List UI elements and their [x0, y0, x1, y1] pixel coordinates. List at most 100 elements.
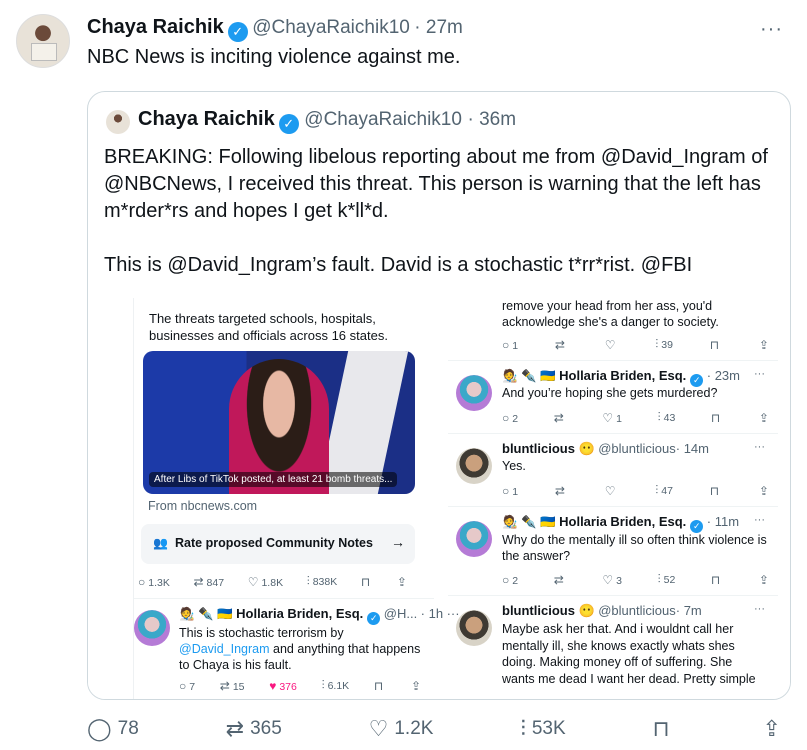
- reply-actions: ○ 1 ⇄ ♡ ⫶ 39 ⊓ ⇪: [502, 337, 769, 352]
- verified-icon: ✓: [227, 22, 248, 42]
- reply-actions: ○ 1 ⇄ ♡ ⫶ 47 ⊓ ⇪: [502, 483, 769, 498]
- quote-author-name: Chaya Raichik: [138, 108, 275, 130]
- reply-avatar: [134, 610, 170, 646]
- tweet-text: NBC News is inciting violence against me…: [87, 46, 461, 68]
- more-icon: ···: [754, 441, 765, 453]
- verified-icon: ✓: [278, 114, 299, 134]
- like-button[interactable]: ♡ 1.2K: [369, 716, 434, 742]
- repost-icon: ⇄: [554, 483, 565, 498]
- repost-button[interactable]: ⇄ 365: [226, 716, 282, 742]
- views-icon: ⫶: [657, 572, 661, 586]
- reply-text: remove your head from her ass, you'd ack…: [502, 299, 719, 329]
- quote-paragraph: This is @David_Ingram’s fault. David is …: [104, 254, 693, 276]
- news-image: After Libs of TikTok posted, at least 21…: [143, 351, 415, 494]
- reply-icon: ○: [138, 574, 146, 589]
- reply-icon: ◯: [87, 716, 112, 741]
- views-icon: ⫶: [655, 483, 659, 497]
- quote-paragraph: BREAKING: Following libelous reporting a…: [104, 146, 768, 222]
- views-icon: ⫶: [657, 410, 661, 424]
- author-handle[interactable]: @ChayaRaichik10: [252, 17, 410, 38]
- share-button[interactable]: ⇪: [763, 716, 787, 742]
- repost-icon: ⇄: [553, 572, 564, 587]
- like-icon: ♡: [602, 572, 614, 587]
- arrow-right-icon: →: [391, 534, 405, 550]
- view-count: ⫶ 838K: [306, 574, 338, 588]
- more-icon: ···: [754, 603, 765, 615]
- like-count: ♡ 1.8K: [247, 574, 284, 589]
- community-notes-button: 👥 Rate proposed Community Notes →: [141, 524, 415, 564]
- tweet-header: Chaya Raichik ✓ @ChayaRaichik10 · 27m: [87, 16, 463, 42]
- views-button[interactable]: ⫶ 53K: [520, 716, 565, 742]
- tweet-actions: ◯ 78 ⇄ 365 ♡ 1.2K ⫶ 53K ⊓ ⇪: [87, 716, 787, 742]
- quote-author-avatar: [106, 110, 130, 134]
- reply-text: This is stochastic terrorism by @David_I…: [179, 626, 421, 672]
- share-icon: ⇪: [758, 410, 769, 425]
- like-icon: ♥: [269, 678, 277, 693]
- quote-author-handle: @ChayaRaichik10: [304, 109, 462, 130]
- reply-actions: ○ 7 ⇄ 15 ♥ 376 ⫶ 6.1K ⊓ ⇪: [179, 678, 421, 693]
- views-icon: ⫶: [520, 716, 526, 741]
- reply-text: Yes.: [502, 459, 526, 473]
- reply-text: And you’re hoping she gets murdered?: [502, 386, 718, 400]
- quoted-tweet[interactable]: Chaya Raichik ✓ @ChayaRaichik10 · 36m BRE…: [87, 91, 791, 700]
- reply-avatar: [456, 610, 492, 646]
- screenshot-left-column: The threats targeted schools, hospitals,…: [133, 298, 460, 699]
- quote-text: BREAKING: Following libelous reporting a…: [104, 144, 774, 306]
- tweet-time[interactable]: · 27m: [414, 17, 463, 38]
- post-actions: ○ 1.3K ⇄ 847 ♡ 1.8K ⫶ 838K ⊓ ⇪: [138, 574, 410, 589]
- bookmark-icon: ⊓: [373, 678, 384, 693]
- reply-header: 🧑‍🎨 ✒️ 🇺🇦 Hollaria Briden, Esq. ✓ · 23m: [502, 368, 740, 387]
- repost-icon: ⇄: [553, 410, 564, 425]
- reply-button[interactable]: ◯ 78: [87, 716, 139, 742]
- bookmark-icon: ⊓: [652, 716, 670, 741]
- community-notes-label: Rate proposed Community Notes: [175, 536, 373, 550]
- reply-avatar: [456, 448, 492, 484]
- bookmark-icon: ⊓: [360, 574, 371, 589]
- bookmark-icon: ⊓: [709, 483, 720, 498]
- reply-avatar: [456, 375, 492, 411]
- repost-icon: ⇄: [554, 337, 565, 352]
- like-icon: ♡: [604, 483, 616, 498]
- more-icon: ···: [754, 514, 765, 526]
- reply-header: 🧑‍🎨 ✒️ 🇺🇦 Hollaria Briden, Esq. ✓ · 11m: [502, 514, 740, 533]
- image-caption: After Libs of TikTok posted, at least 21…: [149, 472, 398, 487]
- attached-screenshot[interactable]: The threats targeted schools, hospitals,…: [88, 298, 790, 699]
- author-name[interactable]: Chaya Raichik: [87, 16, 224, 38]
- more-icon[interactable]: ···: [760, 18, 783, 41]
- more-icon: ···: [754, 368, 765, 380]
- reply-icon: ○: [502, 337, 510, 352]
- like-icon: ♡: [368, 716, 389, 741]
- reply-header: bluntlicious 😶 @bluntlicious· 14m: [502, 441, 709, 456]
- share-icon: ⇪: [758, 572, 769, 587]
- article-summary: The threats targeted schools, hospitals,…: [149, 311, 388, 343]
- reply-count: ○ 1.3K: [138, 574, 170, 589]
- share-icon: ⇪: [396, 574, 407, 589]
- author-avatar[interactable]: [16, 14, 70, 68]
- quote-header: Chaya Raichik ✓ @ChayaRaichik10 · 36m: [138, 108, 516, 134]
- repost-icon: ⇄: [225, 716, 245, 741]
- share-icon: ⇪: [410, 678, 421, 693]
- views-icon: ⫶: [306, 574, 310, 588]
- reply-icon: ○: [502, 410, 510, 425]
- repost-icon: ⇄: [193, 574, 204, 589]
- share-icon: ⇪: [758, 337, 769, 352]
- reply-icon: ○: [502, 483, 510, 498]
- share-icon: ⇪: [758, 483, 769, 498]
- reply-header: bluntlicious 😶 @bluntlicious· 7m: [502, 603, 702, 618]
- bookmark-icon: ⊓: [710, 572, 721, 587]
- reply-icon: ○: [502, 572, 510, 587]
- views-icon: ⫶: [321, 678, 325, 692]
- reply-text: Why do the mentally ill so often think v…: [502, 533, 767, 563]
- bookmark-button[interactable]: ⊓: [653, 716, 676, 742]
- like-icon: ♡: [604, 337, 616, 352]
- repost-icon: ⇄: [219, 678, 230, 693]
- like-icon: ♡: [602, 410, 614, 425]
- verified-icon: ✓: [367, 612, 381, 625]
- reply-actions: ○ 2 ⇄ ♡ 3 ⫶ 52 ⊓ ⇪: [502, 572, 769, 587]
- share-icon: ⇪: [762, 716, 781, 741]
- views-icon: ⫶: [655, 337, 659, 351]
- screenshot-right-column: remove your head from her ass, you'd ack…: [448, 298, 778, 699]
- people-icon: 👥: [153, 536, 168, 550]
- bookmark-icon: ⊓: [710, 410, 721, 425]
- article-source: From nbcnews.com: [148, 499, 258, 513]
